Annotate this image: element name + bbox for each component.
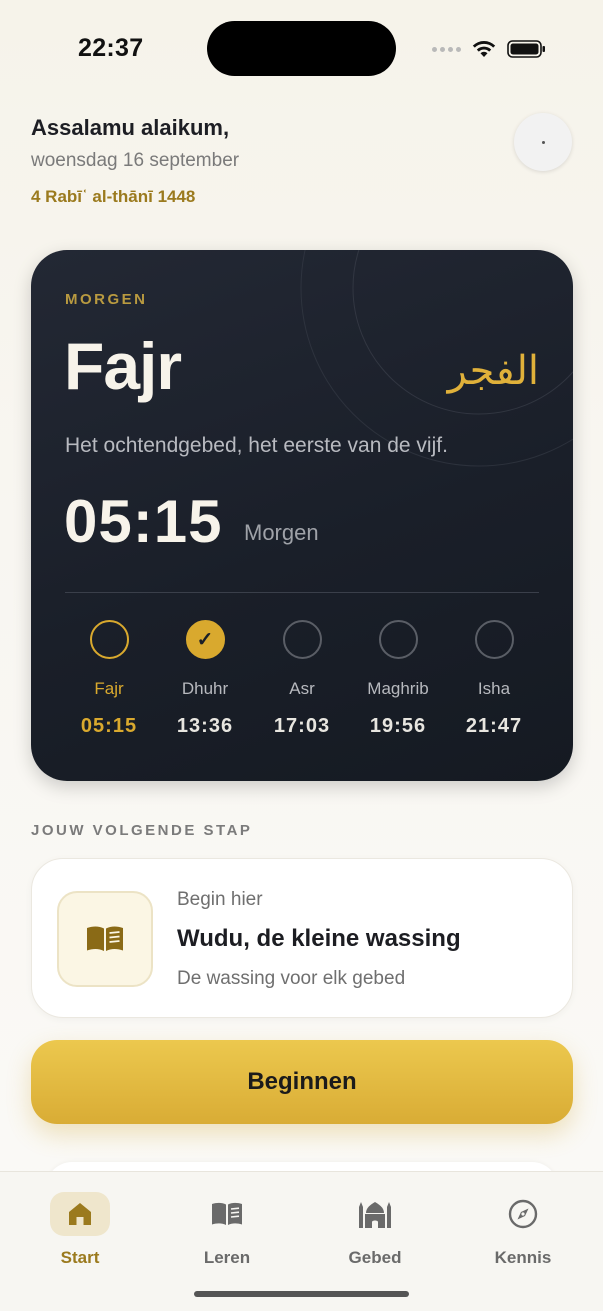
profile-avatar-button[interactable] (514, 113, 572, 171)
prayer-item-time: 17:03 (273, 715, 331, 737)
tab-label: Kennis (494, 1248, 552, 1267)
prayer-item-name: Asr (289, 679, 315, 698)
step-title: Wudu, de kleine wassing (177, 925, 461, 952)
status-icons (432, 36, 547, 62)
book-icon (87, 926, 123, 951)
dynamic-island (207, 21, 396, 76)
prayer-name-arabic: الفجر (447, 348, 539, 394)
next-prayer-card[interactable]: MORGEN Fajr الفجر Het ochtendgebed, het … (31, 250, 573, 781)
prayer-item-dhuhr[interactable]: ✓ Dhuhr 13:36 (155, 620, 255, 738)
tab-leren[interactable]: Leren (167, 1192, 287, 1268)
prayer-status-circle (89, 620, 129, 659)
prayer-item-name: Dhuhr (181, 679, 229, 698)
tab-start[interactable]: Start (20, 1192, 140, 1268)
prayer-status-circle (378, 620, 418, 659)
home-indicator (194, 1291, 409, 1297)
greeting-text: Assalamu alaikum, (31, 115, 230, 140)
tab-kennis[interactable]: Kennis (463, 1192, 583, 1268)
prayer-item-isha[interactable]: Isha 21:47 (444, 620, 544, 738)
tab-bar: Start Leren Gebed Kennis (0, 1171, 603, 1311)
card-divider (65, 592, 539, 593)
tab-label: Start (60, 1248, 100, 1267)
avatar-dot-icon (541, 140, 545, 144)
prayer-item-time: 13:36 (176, 715, 234, 737)
prayer-when: Morgen (244, 520, 319, 545)
step-subtitle: De wassing voor elk gebed (177, 968, 406, 989)
cellular-signal-icon (432, 46, 461, 52)
gregorian-date: woensdag 16 september (31, 150, 240, 171)
prayer-status-circle (282, 620, 322, 659)
compass-icon (493, 1192, 553, 1236)
prayer-item-time: 21:47 (465, 715, 523, 737)
prayer-time: 05:15 (64, 488, 223, 555)
tab-gebed[interactable]: Gebed (315, 1192, 435, 1268)
prayer-name: Fajr (64, 329, 182, 403)
home-icon (50, 1192, 110, 1236)
prayer-item-fajr[interactable]: Fajr 05:15 (59, 620, 159, 738)
checkmark-icon: ✓ (185, 620, 225, 659)
prayer-item-name: Fajr (94, 679, 124, 698)
step-icon-tile (57, 891, 153, 987)
battery-icon (507, 40, 545, 58)
tab-label: Leren (203, 1248, 251, 1267)
prayer-item-time: 05:15 (80, 715, 138, 737)
prayer-item-asr[interactable]: Asr 17:03 (252, 620, 352, 738)
prayer-times-row: Fajr 05:15 ✓ Dhuhr 13:36 Asr 17:03 Maghr… (59, 620, 543, 750)
prayer-item-maghrib[interactable]: Maghrib 19:56 (348, 620, 448, 738)
prayer-day-label: MORGEN (65, 291, 148, 308)
next-step-card[interactable]: Begin hier Wudu, de kleine wassing De wa… (31, 858, 573, 1018)
prayer-description: Het ochtendgebed, het eerste van de vijf… (65, 434, 448, 457)
step-kicker: Begin hier (177, 889, 263, 910)
tab-label: Gebed (348, 1248, 402, 1267)
prayer-item-time: 19:56 (369, 715, 427, 737)
wifi-icon (472, 41, 496, 57)
mosque-icon (345, 1192, 405, 1236)
status-bar: 22:37 (0, 0, 603, 96)
prayer-item-name: Isha (477, 679, 511, 698)
status-time: 22:37 (78, 34, 144, 62)
next-step-section-title: JOUW VOLGENDE STAP (31, 822, 253, 839)
prayer-status-circle (474, 620, 514, 659)
book-icon (197, 1192, 257, 1236)
hijri-date: 4 Rabīʿ al-thānī 1448 (31, 187, 196, 206)
begin-button[interactable]: Beginnen (31, 1040, 573, 1124)
prayer-item-name: Maghrib (367, 679, 429, 698)
